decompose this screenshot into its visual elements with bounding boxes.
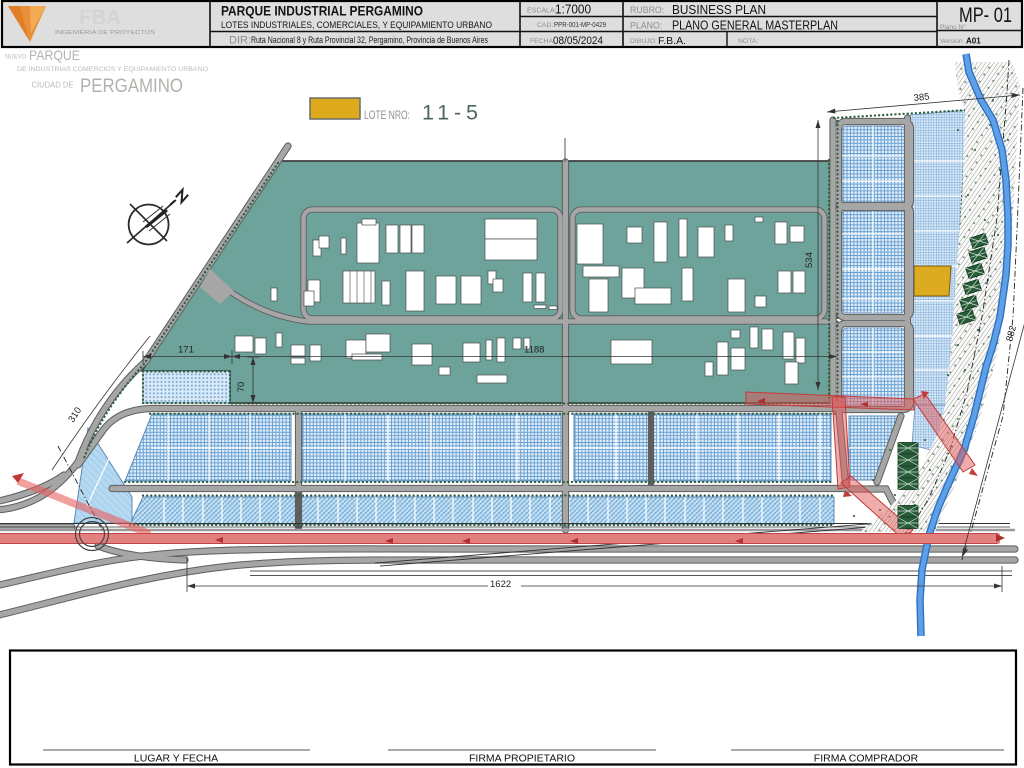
svg-text:A01: A01 [966, 37, 981, 46]
svg-text:DIR:: DIR: [229, 35, 251, 47]
svg-text:Plano N°: Plano N° [940, 23, 966, 31]
svg-text:BUSINESS PLAN: BUSINESS PLAN [672, 2, 766, 17]
svg-text:PLANO GENERAL MASTERPLAN: PLANO GENERAL MASTERPLAN [672, 18, 838, 33]
svg-text:LUGAR Y FECHA: LUGAR Y FECHA [134, 753, 218, 765]
svg-text:FBA: FBA [79, 6, 121, 29]
svg-text:1622: 1622 [490, 579, 511, 590]
svg-text:ESCALA:: ESCALA: [527, 8, 557, 15]
svg-text:11-5: 11-5 [422, 101, 478, 125]
svg-text:DIBUJO:: DIBUJO: [630, 38, 657, 45]
svg-text:MP- 01: MP- 01 [959, 4, 1012, 27]
svg-text:1188: 1188 [524, 345, 544, 356]
svg-text:1:7000: 1:7000 [555, 3, 591, 17]
svg-text:Version: Version [940, 38, 963, 45]
svg-text:LOTES INDUSTRIALES, COMERCIALE: LOTES INDUSTRIALES, COMERCIALES, Y EQUIP… [221, 20, 492, 31]
svg-text:385: 385 [913, 91, 930, 104]
svg-text:310: 310 [66, 405, 84, 424]
svg-text:INGENIERIA DE PROYECTOS: INGENIERIA DE PROYECTOS [55, 30, 155, 36]
svg-text:Ruta Nacional 8 y Ruta Provinc: Ruta Nacional 8 y Ruta Provincial 32, Pe… [251, 35, 488, 45]
svg-text:PLANO:: PLANO: [630, 21, 662, 31]
svg-text:171: 171 [178, 345, 194, 356]
svg-text:F.B.A.: F.B.A. [658, 35, 686, 47]
svg-text:882: 882 [1004, 325, 1019, 343]
svg-text:08/05/2024: 08/05/2024 [553, 35, 603, 47]
svg-text:PERGAMINO: PERGAMINO [80, 75, 183, 97]
svg-text:FIRMA PROPIETARIO: FIRMA PROPIETARIO [469, 753, 575, 765]
svg-text:PARQUE INDUSTRIAL PERGAMINO: PARQUE INDUSTRIAL PERGAMINO [221, 3, 423, 19]
svg-text:RUBRO:: RUBRO: [630, 5, 664, 15]
svg-text:PPR-001-MP-0429: PPR-001-MP-0429 [554, 22, 606, 29]
svg-text:CAD:: CAD: [537, 22, 553, 29]
svg-text:PARQUE: PARQUE [29, 47, 80, 63]
svg-text:LOTE NRO:: LOTE NRO: [364, 110, 410, 122]
svg-text:534: 534 [804, 252, 815, 268]
svg-text:DE INDUSTRIAS COMERCIOS Y EQUI: DE INDUSTRIAS COMERCIOS Y EQUIPAMIENTO U… [17, 66, 208, 73]
svg-text:FIRMA COMPRADOR: FIRMA COMPRADOR [814, 753, 919, 765]
svg-text:CIUDAD DE: CIUDAD DE [32, 80, 74, 90]
svg-text:70: 70 [236, 382, 247, 393]
svg-text:FECHA:: FECHA: [530, 38, 555, 45]
svg-text:NUEVO: NUEVO [5, 55, 27, 61]
svg-text:NOTA:: NOTA: [738, 38, 758, 45]
